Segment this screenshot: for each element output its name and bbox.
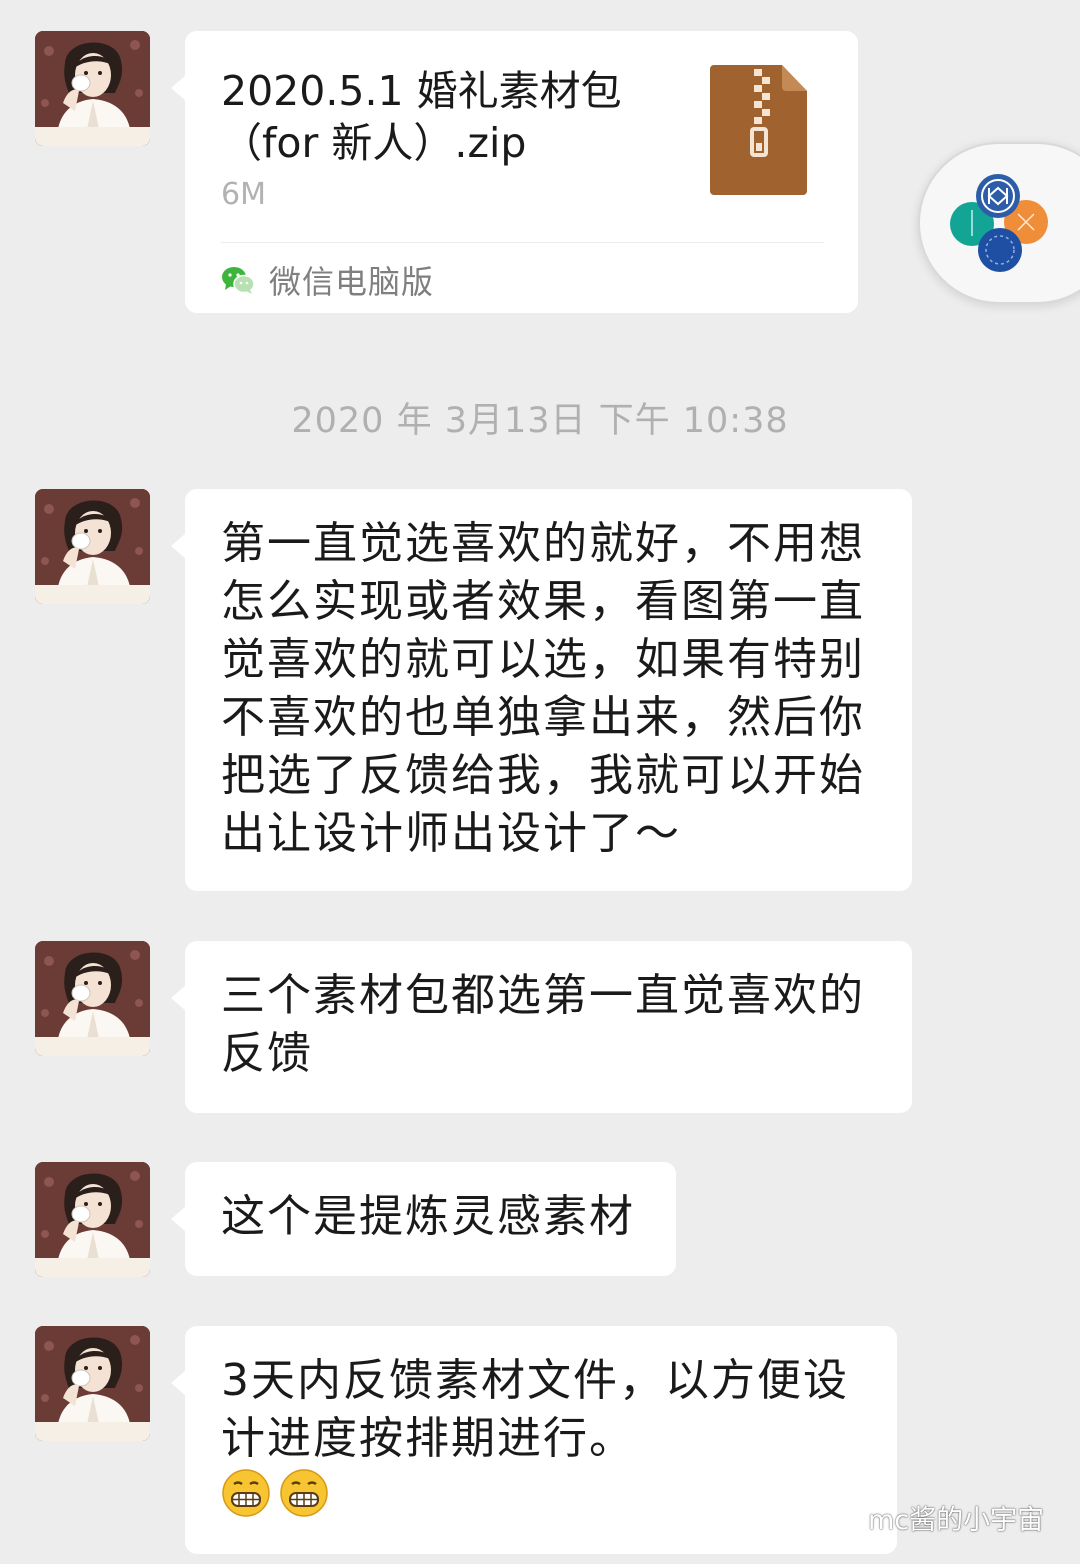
divider [221, 242, 824, 243]
emoji-row [221, 1468, 329, 1518]
zip-archive-icon [710, 65, 807, 195]
grimacing-emoji-icon [280, 1469, 328, 1517]
floating-window-icon [950, 174, 1048, 272]
file-source-label: 微信电脑版 [269, 263, 435, 301]
grimacing-emoji-icon [222, 1469, 270, 1517]
floating-window-button[interactable] [918, 142, 1080, 304]
message-bubble[interactable]: 这个是提炼灵感素材 [171, 1162, 676, 1276]
chat-timestamp: 2020 年 3月13日 下午 10:38 [291, 401, 789, 441]
avatar[interactable] [35, 941, 150, 1056]
message-text: 三个素材包都选第一直觉喜欢的 反馈 [221, 970, 865, 1079]
message-text: 这个是提炼灵感素材 [221, 1191, 635, 1242]
avatar[interactable] [35, 1326, 150, 1441]
watermark-text: mc酱的小宇宙 [868, 1505, 1045, 1536]
message-bubble[interactable]: 三个素材包都选第一直觉喜欢的 反馈 [171, 941, 912, 1113]
message-text: 第一直觉选喜欢的就好，不用想 怎么实现或者效果，看图第一直 觉喜欢的就可以选，如… [221, 518, 865, 859]
avatar[interactable] [35, 1162, 150, 1277]
file-name: 2020.5.1 婚礼素材包 （for 新人）.zip [221, 67, 622, 167]
wechat-official-account-icon [818, 1502, 861, 1533]
message-bubble[interactable]: 3天内反馈素材文件，以方便设 计进度按排期进行。 [171, 1326, 897, 1554]
file-size: 6M [221, 177, 266, 212]
message-bubble[interactable]: 第一直觉选喜欢的就好，不用想 怎么实现或者效果，看图第一直 觉喜欢的就可以选，如… [171, 489, 912, 891]
avatar[interactable] [35, 31, 150, 146]
file-message-bubble[interactable]: 2020.5.1 婚礼素材包 （for 新人）.zip 6M 微信电脑版 [171, 31, 858, 313]
file-source: 微信电脑版 [221, 257, 434, 303]
avatar[interactable] [35, 489, 150, 604]
watermark: mc酱的小宇宙 [818, 1498, 1044, 1537]
message-text: 3天内反馈素材文件，以方便设 计进度按排期进行。 [221, 1355, 849, 1464]
wechat-icon [222, 267, 255, 294]
